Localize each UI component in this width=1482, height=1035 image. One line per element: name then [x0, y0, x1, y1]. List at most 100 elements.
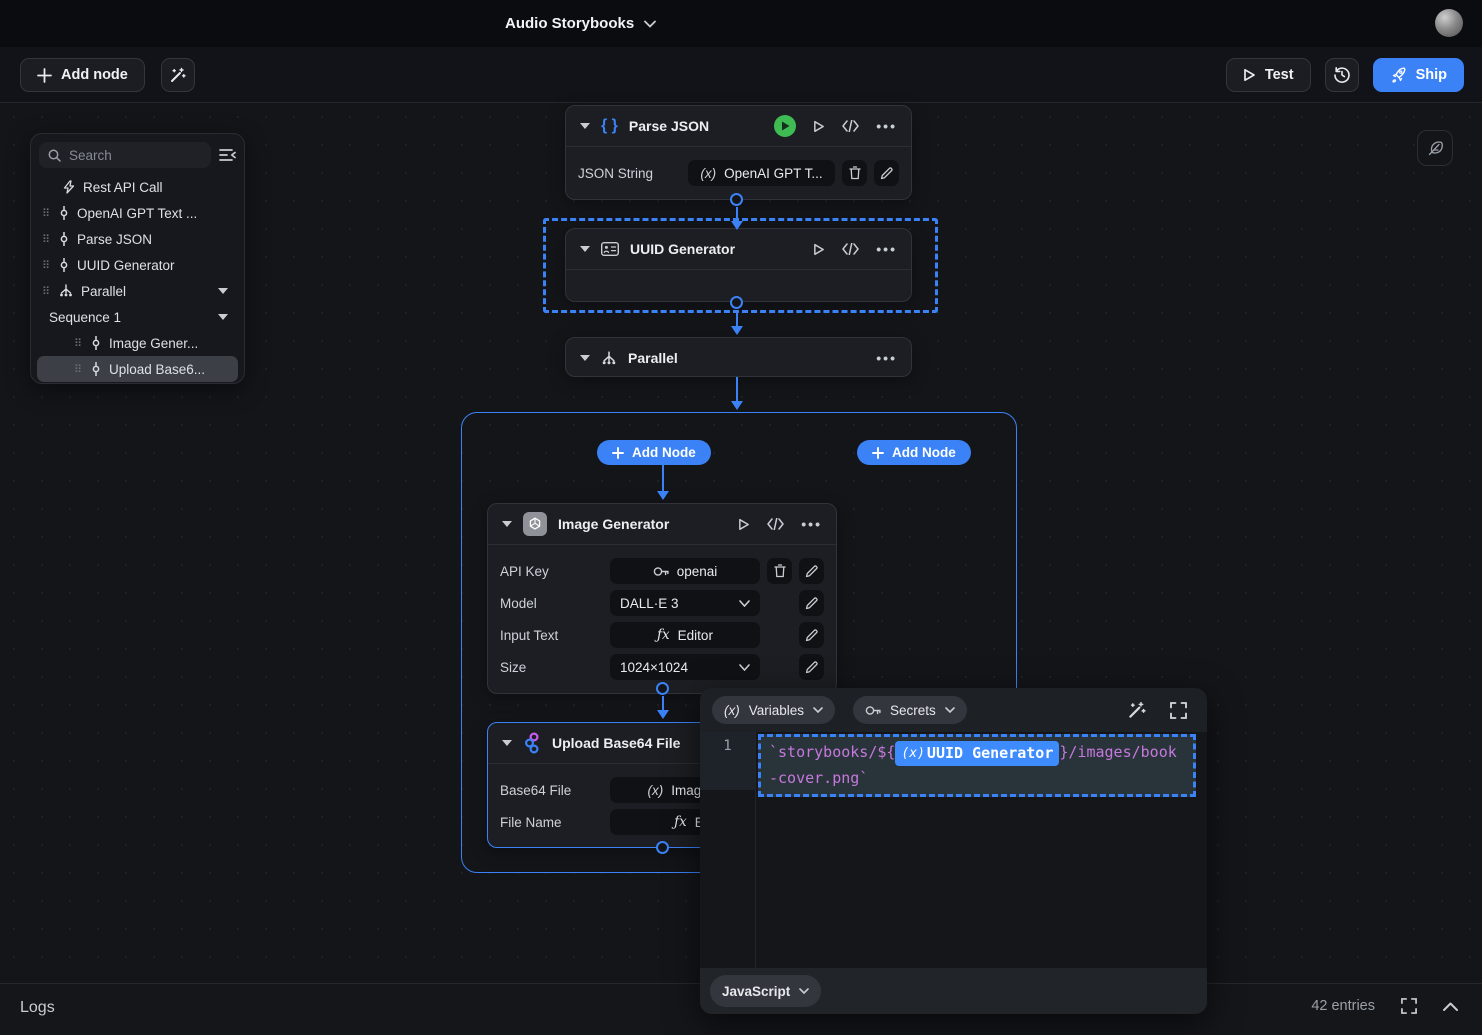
chevron-down-icon[interactable] [218, 288, 228, 294]
collapse-chevron-icon[interactable] [502, 521, 512, 527]
edit-value-button[interactable] [799, 558, 824, 584]
drag-handle-icon[interactable]: ⠿ [41, 259, 51, 272]
history-icon [1333, 66, 1351, 84]
node-parse-json[interactable]: { } Parse JSON ••• JSON St [565, 105, 912, 200]
drag-handle-icon[interactable]: ⠿ [41, 207, 51, 220]
api-key-chip[interactable]: openai [610, 558, 760, 584]
node-image-generator[interactable]: Image Generator ••• API Key [487, 503, 837, 694]
toolbar: Add node Test [0, 47, 1482, 103]
json-string-value-chip[interactable]: (x) OpenAI GPT T... [688, 160, 835, 186]
node-list-panel: Rest API Call ⠿ OpenAI GPT Text ... ⠿ Pa… [30, 133, 245, 384]
chevron-up-icon[interactable] [1443, 1002, 1458, 1011]
node-parallel[interactable]: Parallel ••• [565, 337, 912, 377]
chevron-down-icon [945, 707, 955, 713]
sidebar-item-image-generator[interactable]: ⠿ Image Gener... [37, 330, 238, 356]
collapse-chevron-icon[interactable] [580, 355, 590, 361]
app: Audio Storybooks Add node [0, 0, 1482, 1035]
logs-label: Logs [20, 999, 55, 1017]
entries-count: 42 entries [1311, 998, 1375, 1014]
fullscreen-icon[interactable] [1170, 702, 1187, 719]
ai-wand-button[interactable] [161, 58, 195, 92]
sidebar-item-parse-json[interactable]: ⠿ Parse JSON [37, 226, 238, 252]
more-icon[interactable]: ••• [876, 350, 897, 366]
fullscreen-icon[interactable] [1401, 998, 1417, 1014]
uuid-generator-variable-chip[interactable]: (x)UUID Generator [895, 741, 1059, 766]
search-icon [48, 149, 61, 162]
code-string-before: `storybooks/${ [769, 743, 895, 761]
page-title: Audio Storybooks [505, 15, 634, 32]
zap-icon [63, 180, 75, 194]
chevron-down-icon [813, 707, 823, 713]
model-select[interactable]: DALL·E 3 [610, 590, 760, 616]
size-select[interactable]: 1024×1024 [610, 654, 760, 680]
code-icon[interactable] [767, 518, 784, 530]
code-expression[interactable]: `storybooks/${(x)UUID Generator}/images/… [758, 734, 1196, 797]
play-icon[interactable] [813, 120, 825, 133]
chevron-down-icon[interactable] [218, 314, 228, 320]
output-port[interactable] [656, 682, 669, 695]
sidebar-item-sequence-1[interactable]: Sequence 1 [37, 304, 238, 330]
workflow-title-menu[interactable]: Audio Storybooks [505, 0, 656, 47]
edit-value-button[interactable] [874, 160, 899, 186]
drag-handle-icon[interactable]: ⠿ [41, 285, 51, 298]
avatar[interactable] [1435, 9, 1463, 37]
language-dropdown[interactable]: JavaScript [710, 975, 821, 1007]
expression-editor-panel: (x) Variables Secrets [700, 688, 1207, 1014]
drag-handle-icon[interactable]: ⠿ [41, 233, 51, 246]
top-bar: Audio Storybooks [0, 0, 1482, 47]
feather-icon [1426, 139, 1445, 158]
search-box[interactable] [39, 142, 211, 168]
sidebar-item-uuid-generator[interactable]: ⠿ UUID Generator [37, 252, 238, 278]
add-node-button[interactable]: Add node [20, 58, 145, 92]
variable-x-icon: (x) [647, 783, 663, 798]
magic-wand-icon[interactable] [1127, 701, 1146, 720]
plus-icon [37, 68, 52, 83]
collapse-panel-icon[interactable] [219, 148, 236, 162]
code-editor[interactable]: 1 `storybooks/${(x)UUID Generator}/image… [700, 732, 1207, 968]
edit-value-button[interactable] [799, 622, 824, 648]
node-commit-icon [91, 362, 101, 376]
annotation-button[interactable] [1417, 130, 1453, 166]
test-label: Test [1265, 67, 1294, 83]
chevron-down-icon [739, 664, 750, 671]
output-port[interactable] [730, 296, 743, 309]
more-icon[interactable]: ••• [801, 516, 822, 532]
output-port[interactable] [730, 193, 743, 206]
line-number-gutter: 1 [700, 732, 756, 968]
play-icon[interactable] [738, 518, 750, 531]
play-icon [1243, 68, 1256, 82]
drag-handle-icon[interactable]: ⠿ [73, 363, 83, 376]
sidebar-item-parallel[interactable]: ⠿ Parallel [37, 278, 238, 304]
parallel-icon [59, 284, 73, 298]
add-node-branch-left-button[interactable]: Add Node [597, 440, 711, 465]
collapse-chevron-icon[interactable] [580, 123, 590, 129]
rerun-button[interactable] [774, 115, 796, 137]
test-button[interactable]: Test [1226, 58, 1311, 92]
ship-button[interactable]: Ship [1373, 58, 1464, 92]
delete-value-button[interactable] [842, 160, 867, 186]
magic-wand-icon [169, 67, 186, 84]
add-node-branch-right-button[interactable]: Add Node [857, 440, 971, 465]
node-commit-icon [91, 336, 101, 350]
history-button[interactable] [1325, 58, 1359, 92]
delete-value-button[interactable] [767, 558, 792, 584]
edit-value-button[interactable] [799, 654, 824, 680]
sidebar-item-openai-gpt-text[interactable]: ⠿ OpenAI GPT Text ... [37, 200, 238, 226]
code-icon[interactable] [842, 120, 859, 132]
key-icon [865, 705, 881, 716]
output-port[interactable] [656, 841, 669, 854]
edit-value-button[interactable] [799, 590, 824, 616]
input-text-editor-chip[interactable]: ƒx Editor [610, 622, 760, 648]
sidebar-item-upload-base64[interactable]: ⠿ Upload Base6... [37, 356, 238, 382]
collapse-chevron-icon[interactable] [502, 740, 512, 746]
more-icon[interactable]: ••• [876, 118, 897, 134]
plus-icon [612, 447, 624, 459]
drag-handle-icon[interactable]: ⠿ [73, 337, 83, 350]
sidebar-item-rest-api-call[interactable]: Rest API Call [37, 174, 238, 200]
search-input[interactable] [69, 148, 179, 163]
variables-dropdown[interactable]: (x) Variables [712, 696, 835, 724]
key-icon [653, 566, 669, 577]
braces-icon: { } [601, 117, 618, 135]
secrets-dropdown[interactable]: Secrets [853, 696, 967, 724]
variable-x-icon: (x) [724, 703, 740, 718]
